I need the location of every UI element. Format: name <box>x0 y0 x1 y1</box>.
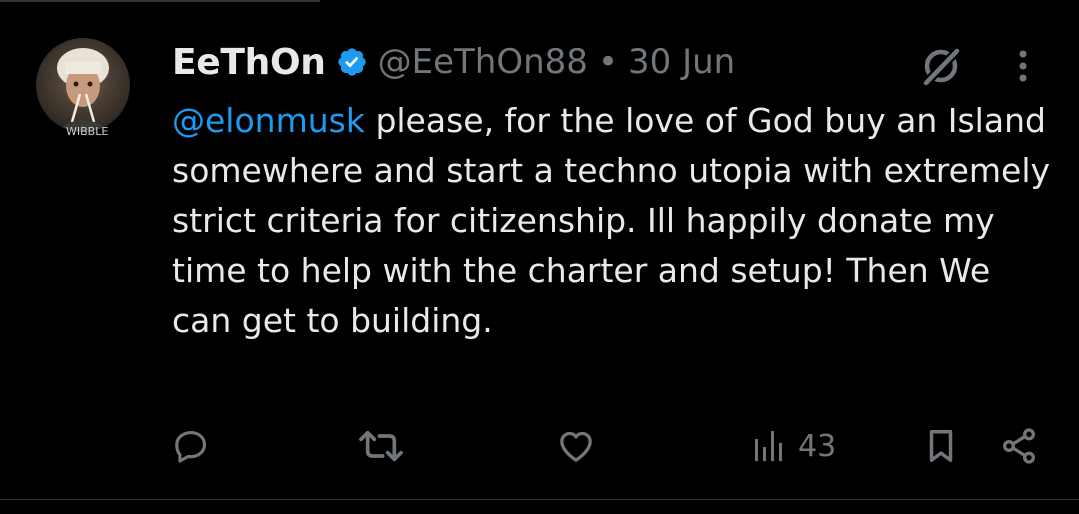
bottom-divider <box>0 499 1079 500</box>
tweet-page: WIBBLE EeThOn @EeThOn88 • 30 Jun @elonmu… <box>0 0 1079 514</box>
tweet-header: EeThOn @EeThOn88 • 30 Jun <box>172 40 735 84</box>
repost-button[interactable] <box>356 420 406 472</box>
bookmark-icon <box>929 430 953 462</box>
repost-icon <box>359 430 403 462</box>
views-count: 43 <box>798 428 837 464</box>
avatar-image <box>56 48 110 132</box>
views-button[interactable]: 43 <box>752 420 836 472</box>
header-separator: • <box>597 42 618 82</box>
verified-badge-icon[interactable] <box>336 46 368 78</box>
tweet-text: @elonmusk please, for the love of God bu… <box>172 96 1052 346</box>
avatar[interactable] <box>36 38 130 132</box>
action-bar: 43 <box>0 420 1079 472</box>
more-options-icon[interactable] <box>1011 46 1035 86</box>
views-icon <box>755 431 782 461</box>
like-button[interactable] <box>555 420 597 472</box>
top-divider <box>0 0 320 2</box>
share-icon <box>1003 428 1035 464</box>
reply-button[interactable] <box>172 420 210 472</box>
mention-link[interactable]: @elonmusk <box>172 101 365 140</box>
grok-icon[interactable] <box>918 44 964 88</box>
display-name[interactable]: EeThOn <box>172 42 326 83</box>
like-icon <box>560 431 592 462</box>
author-handle[interactable]: @EeThOn88 <box>378 42 588 82</box>
avatar-caption: WIBBLE <box>66 125 109 138</box>
timestamp[interactable]: 30 Jun <box>628 42 735 82</box>
share-button[interactable] <box>998 420 1040 472</box>
reply-icon <box>175 430 207 463</box>
bookmark-button[interactable] <box>922 420 960 472</box>
